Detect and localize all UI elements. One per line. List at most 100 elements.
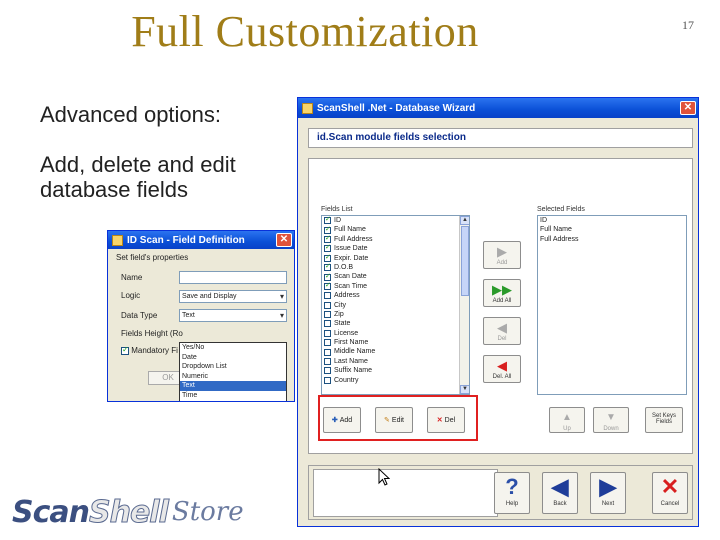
field-list-item[interactable]: Expir. Date [322,253,469,263]
dialog-body: Set field's properties Name Logic Save a… [108,249,294,401]
logic-label: Logic [121,291,141,300]
field-checkbox[interactable] [324,311,331,319]
slide-title: Full Customization [131,7,479,56]
up-button[interactable]: ▲ Up [549,407,585,433]
field-checkbox[interactable] [324,339,331,347]
next-label: Next [601,501,615,507]
double-arrow-right-icon: ▶▶ [492,282,512,297]
dropdown-option[interactable]: Link [180,400,286,401]
field-checkbox[interactable] [324,329,331,337]
field-checkbox[interactable] [324,262,331,272]
field-checkbox[interactable] [324,358,331,366]
field-list-item[interactable]: Full Name [322,225,469,234]
datatype-dropdown-list[interactable]: Yes/NoDateDropdown ListNumericTextTimeLi… [179,342,287,401]
selected-fields-list[interactable]: ID Full Name Full Address [537,215,687,395]
field-label: Scan Date [334,273,367,281]
field-checkbox[interactable] [324,348,331,356]
advanced-options-colon: : [214,102,222,127]
field-checkbox[interactable] [324,292,331,300]
field-checkbox[interactable] [324,281,331,290]
close-icon[interactable]: ✕ [680,101,696,115]
selected-fields-caption: Selected Fields [537,206,585,213]
wizard-title: ScanShell .Net - Database Wizard [317,102,476,114]
add-all-button[interactable]: ▶▶ Add All [483,279,521,307]
close-icon[interactable]: ✕ [276,233,292,247]
dropdown-option[interactable]: Text [180,381,286,391]
cancel-button[interactable]: ✕ Cancel [652,472,688,514]
next-button[interactable]: ▶ Next [590,472,626,514]
logo-scan: Scan [12,494,90,530]
field-list-item[interactable]: First Name [322,338,469,347]
slide-number: 17 [682,18,694,32]
field-list-item[interactable]: Zip [322,310,469,319]
name-input[interactable] [179,271,287,284]
scroll-up-icon[interactable]: ▲ [460,216,469,225]
field-checkbox[interactable] [324,243,331,253]
field-list-item[interactable]: Full Address [322,234,469,244]
field-list-item[interactable]: License [322,329,469,338]
field-checkbox[interactable] [324,367,331,375]
field-checkbox[interactable] [324,253,331,262]
dropdown-option[interactable]: Date [180,353,286,363]
selected-field-item[interactable]: ID [538,216,686,225]
dropdown-option[interactable]: Yes/No [180,343,286,353]
highlight-box [318,395,478,441]
field-checkbox[interactable] [324,301,331,309]
field-checkbox[interactable] [324,225,331,234]
field-list-item[interactable]: Issue Date [322,243,469,253]
scroll-down-icon[interactable]: ▼ [460,385,469,394]
arrow-left-icon: ◀ [497,320,507,335]
field-list-item[interactable]: Scan Time [322,281,469,291]
set-key-fields-button[interactable]: Set Keys Fields [645,407,683,433]
field-list-item[interactable]: D.O.B [322,262,469,272]
field-label: ID [334,217,341,224]
dropdown-option[interactable]: Numeric [180,372,286,382]
mandatory-label: Mandatory Fi [131,346,178,355]
datatype-select[interactable]: Text [179,309,287,322]
dropdown-option[interactable]: Dropdown List [180,362,286,372]
field-checkbox[interactable] [324,234,331,243]
footer-status-area [313,469,498,517]
add-field-button[interactable]: ▶ Add [483,241,521,269]
logo-store: Store [171,497,244,527]
scroll-thumb[interactable] [461,226,469,296]
down-button[interactable]: ▼ Down [593,407,629,433]
mandatory-checkbox[interactable] [121,345,129,355]
field-label: Full Address [334,235,373,243]
field-label: D.O.B [334,263,354,271]
field-list-item[interactable]: Last Name [322,357,469,366]
mandatory-row[interactable]: Mandatory Fi [121,345,178,355]
add-all-label: Add All [492,298,512,304]
field-label: Middle Name [334,348,376,356]
question-icon: ? [505,474,519,499]
help-button[interactable]: ? Help [494,472,530,514]
field-label: City [334,301,347,309]
arrow-down-icon: ▼ [606,412,616,423]
field-list-item[interactable]: ID [322,216,469,225]
fields-scrollbar[interactable]: ▲ ▼ [459,216,469,394]
fields-list[interactable]: ID Full NameFull Address Issue DateExpir. … [321,215,470,395]
field-label: State [334,320,351,328]
field-list-item[interactable]: Middle Name [322,347,469,356]
add-field-label: Add [496,260,508,266]
field-list-item[interactable]: City [322,301,469,310]
delete-field-button[interactable]: ◀ Del [483,317,521,345]
logic-select[interactable]: Save and Display [179,290,287,303]
field-list-item[interactable]: Suffix Name [322,366,469,375]
field-checkbox[interactable] [324,320,331,328]
selected-field-item[interactable]: Full Name [538,225,686,234]
advanced-options-label: Advanced options [40,102,215,127]
field-list-item[interactable]: Address [322,291,469,300]
field-checkbox[interactable] [324,376,331,384]
field-list-item[interactable]: Scan Date [322,272,469,281]
dropdown-option[interactable]: Time [180,391,286,401]
field-checkbox[interactable] [324,272,331,281]
delete-all-label: Del. All [492,374,512,380]
selected-field-item[interactable]: Full Address [538,235,686,244]
delete-all-button[interactable]: ◀ Del. All [483,355,521,383]
up-label: Up [563,426,571,432]
field-list-item[interactable]: Country [322,376,469,385]
back-button[interactable]: ◀ Back [542,472,578,514]
field-list-item[interactable]: State [322,319,469,328]
field-checkbox[interactable] [324,216,331,225]
